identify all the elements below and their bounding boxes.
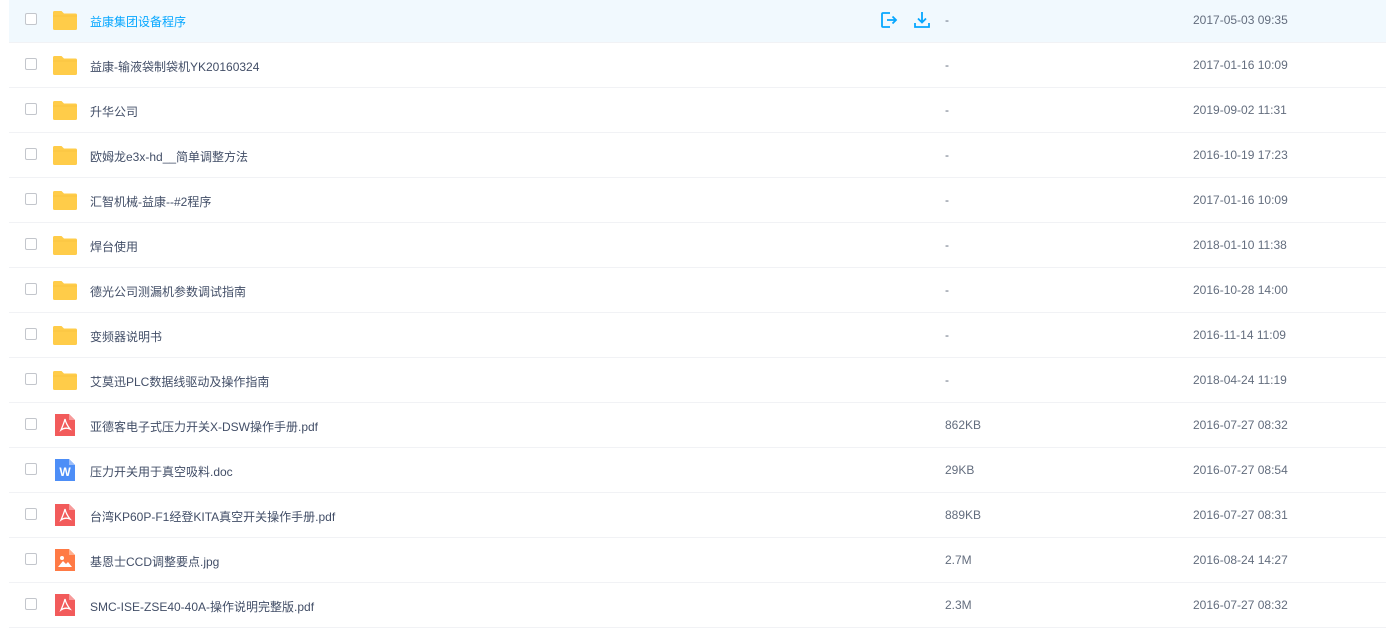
file-list: 益康集团设备程序 - 2017-05-03 09:35 益康-输液袋制袋机YK2… [9, 0, 1386, 628]
folder-icon [52, 279, 78, 301]
file-row[interactable]: 基恩士CCD调整要点.jpg 2.7M 2016-08-24 14:27 [9, 538, 1386, 583]
row-checkbox[interactable] [25, 58, 37, 70]
folder-icon [52, 369, 78, 391]
file-name-link[interactable]: 欧姆龙e3x-hd__简单调整方法 [90, 148, 248, 165]
folder-icon [52, 99, 78, 121]
folder-icon [52, 189, 78, 211]
file-name-link[interactable]: 台湾KP60P-F1经登KITA真空开关操作手册.pdf [90, 508, 335, 525]
file-name-link[interactable]: 焊台使用 [90, 238, 138, 255]
folder-icon [52, 144, 78, 166]
row-checkbox[interactable] [25, 553, 37, 565]
file-row[interactable]: 艾莫迅PLC数据线驱动及操作指南 - 2018-04-24 11:19 [9, 358, 1386, 403]
file-row[interactable]: 焊台使用 - 2018-01-10 11:38 [9, 223, 1386, 268]
file-row[interactable]: 汇智机械-益康--#2程序 - 2017-01-16 10:09 [9, 178, 1386, 223]
folder-icon [52, 9, 78, 31]
file-size: - [945, 193, 949, 207]
row-checkbox[interactable] [25, 238, 37, 250]
row-checkbox[interactable] [25, 508, 37, 520]
file-size: - [945, 13, 949, 27]
file-name-link[interactable]: SMC-ISE-ZSE40-40A-操作说明完整版.pdf [90, 598, 314, 615]
row-checkbox[interactable] [25, 103, 37, 115]
svg-text:W: W [59, 465, 71, 479]
folder-icon [52, 324, 78, 346]
file-size: 889KB [945, 508, 982, 522]
file-modified-date: 2019-09-02 11:31 [1193, 103, 1287, 117]
file-row[interactable]: 亚德客电子式压力开关X-DSW操作手册.pdf 862KB 2016-07-27… [9, 403, 1386, 448]
file-modified-date: 2017-05-03 09:35 [1193, 13, 1288, 27]
download-icon[interactable] [912, 10, 932, 30]
file-modified-date: 2016-08-24 14:27 [1193, 553, 1288, 567]
file-modified-date: 2018-04-24 11:19 [1193, 373, 1287, 387]
file-row[interactable]: 德光公司测漏机参数调试指南 - 2016-10-28 14:00 [9, 268, 1386, 313]
row-checkbox[interactable] [25, 328, 37, 340]
file-size: - [945, 238, 949, 252]
file-modified-date: 2016-07-27 08:54 [1193, 463, 1288, 477]
file-row[interactable]: 升华公司 - 2019-09-02 11:31 [9, 88, 1386, 133]
file-size: 2.3M [945, 598, 972, 612]
file-row[interactable]: 台湾KP60P-F1经登KITA真空开关操作手册.pdf 889KB 2016-… [9, 493, 1386, 538]
row-checkbox[interactable] [25, 418, 37, 430]
pdf-file-icon [52, 504, 78, 526]
file-size: 862KB [945, 418, 982, 432]
file-modified-date: 2017-01-16 10:09 [1193, 193, 1288, 207]
file-size: - [945, 58, 949, 72]
share-icon[interactable] [879, 10, 899, 30]
file-row[interactable]: 欧姆龙e3x-hd__简单调整方法 - 2016-10-19 17:23 [9, 133, 1386, 178]
file-row[interactable]: 益康-输液袋制袋机YK20160324 - 2017-01-16 10:09 [9, 43, 1386, 88]
file-name-link[interactable]: 益康集团设备程序 [90, 13, 186, 30]
row-checkbox[interactable] [25, 13, 37, 25]
file-modified-date: 2018-01-10 11:38 [1193, 238, 1287, 252]
file-size: - [945, 148, 949, 162]
file-name-link[interactable]: 汇智机械-益康--#2程序 [90, 193, 211, 210]
file-modified-date: 2017-01-16 10:09 [1193, 58, 1288, 72]
folder-icon [52, 234, 78, 256]
file-row[interactable]: SMC-ISE-ZSE40-40A-操作说明完整版.pdf 2.3M 2016-… [9, 583, 1386, 628]
row-checkbox[interactable] [25, 148, 37, 160]
file-size: - [945, 103, 949, 117]
row-checkbox[interactable] [25, 193, 37, 205]
file-name-link[interactable]: 压力开关用于真空吸料.doc [90, 463, 233, 480]
file-modified-date: 2016-07-27 08:32 [1193, 598, 1288, 612]
file-size: 2.7M [945, 553, 972, 567]
word-file-icon: W [52, 459, 78, 481]
file-size: 29KB [945, 463, 975, 477]
file-modified-date: 2016-07-27 08:31 [1193, 508, 1288, 522]
file-name-link[interactable]: 德光公司测漏机参数调试指南 [90, 283, 246, 300]
file-name-link[interactable]: 变频器说明书 [90, 328, 162, 345]
file-row[interactable]: W 压力开关用于真空吸料.doc 29KB 2016-07-27 08:54 [9, 448, 1386, 493]
file-row[interactable]: 变频器说明书 - 2016-11-14 11:09 [9, 313, 1386, 358]
folder-icon [52, 54, 78, 76]
row-checkbox[interactable] [25, 283, 37, 295]
file-name-link[interactable]: 亚德客电子式压力开关X-DSW操作手册.pdf [90, 418, 318, 435]
file-size: - [945, 373, 949, 387]
row-checkbox[interactable] [25, 463, 37, 475]
file-name-link[interactable]: 升华公司 [90, 103, 138, 120]
file-row[interactable]: 益康集团设备程序 - 2017-05-03 09:35 [9, 0, 1386, 43]
file-modified-date: 2016-07-27 08:32 [1193, 418, 1288, 432]
row-checkbox[interactable] [25, 373, 37, 385]
file-modified-date: 2016-10-19 17:23 [1193, 148, 1288, 162]
image-file-icon [52, 549, 78, 571]
pdf-file-icon [52, 594, 78, 616]
file-name-link[interactable]: 基恩士CCD调整要点.jpg [90, 553, 219, 570]
file-modified-date: 2016-10-28 14:00 [1193, 283, 1288, 297]
file-size: - [945, 328, 949, 342]
row-checkbox[interactable] [25, 598, 37, 610]
file-size: - [945, 283, 949, 297]
file-modified-date: 2016-11-14 11:09 [1193, 328, 1286, 342]
pdf-file-icon [52, 414, 78, 436]
file-name-link[interactable]: 益康-输液袋制袋机YK20160324 [90, 58, 259, 75]
file-name-link[interactable]: 艾莫迅PLC数据线驱动及操作指南 [90, 373, 269, 390]
